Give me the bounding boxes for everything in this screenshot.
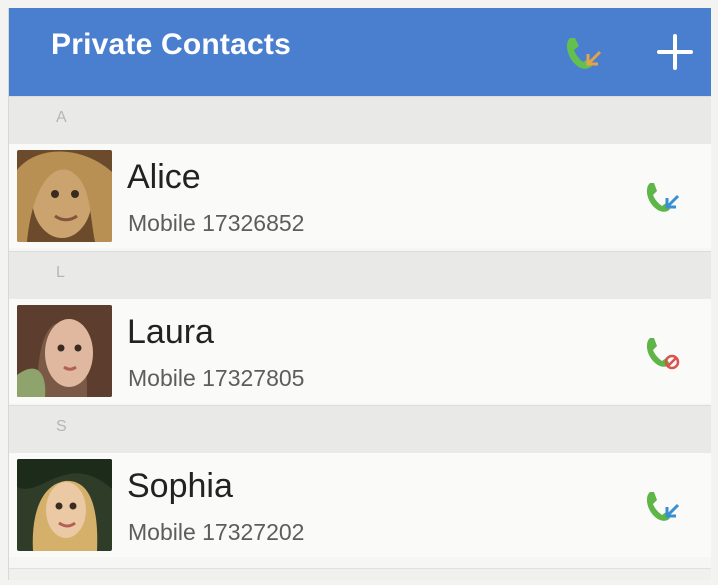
section-header-a: A <box>9 96 711 146</box>
contact-phone: Mobile 17327202 <box>128 519 305 545</box>
call-button-alice[interactable] <box>639 176 681 218</box>
incoming-call-icon <box>567 38 602 69</box>
avatar <box>17 459 112 551</box>
contact-phone: Mobile 17326852 <box>128 210 305 236</box>
avatar <box>17 150 112 242</box>
contact-phone: Mobile 17327805 <box>128 365 305 391</box>
contact-name: Sophia <box>127 467 233 505</box>
private-contacts-screen: Private Contacts A Alice Mobile 17326852… <box>8 8 711 580</box>
plus-icon <box>657 34 693 70</box>
section-letter: L <box>56 264 65 281</box>
contact-row-alice[interactable]: Alice Mobile 17326852 <box>9 144 711 248</box>
contact-name: Alice <box>127 158 201 196</box>
call-button-laura[interactable] <box>639 331 681 373</box>
contact-row-laura[interactable]: Laura Mobile 17327805 <box>9 299 711 403</box>
incoming-call-icon <box>646 492 680 521</box>
section-header-l: L <box>9 251 711 301</box>
page-title: Private Contacts <box>51 28 291 61</box>
incoming-call-icon <box>646 183 680 212</box>
contact-row-sophia[interactable]: Sophia Mobile 17327202 <box>9 453 711 557</box>
list-bottom-divider <box>9 568 711 580</box>
call-button-sophia[interactable] <box>639 485 681 527</box>
app-bar: Private Contacts <box>9 8 711 97</box>
blocked-call-icon <box>646 338 680 370</box>
section-letter: S <box>56 418 67 435</box>
call-log-button[interactable] <box>557 26 609 78</box>
section-header-s: S <box>9 405 711 455</box>
contact-name: Laura <box>127 313 214 351</box>
avatar <box>17 305 112 397</box>
section-letter: A <box>56 109 67 126</box>
add-contact-button[interactable] <box>649 26 701 78</box>
